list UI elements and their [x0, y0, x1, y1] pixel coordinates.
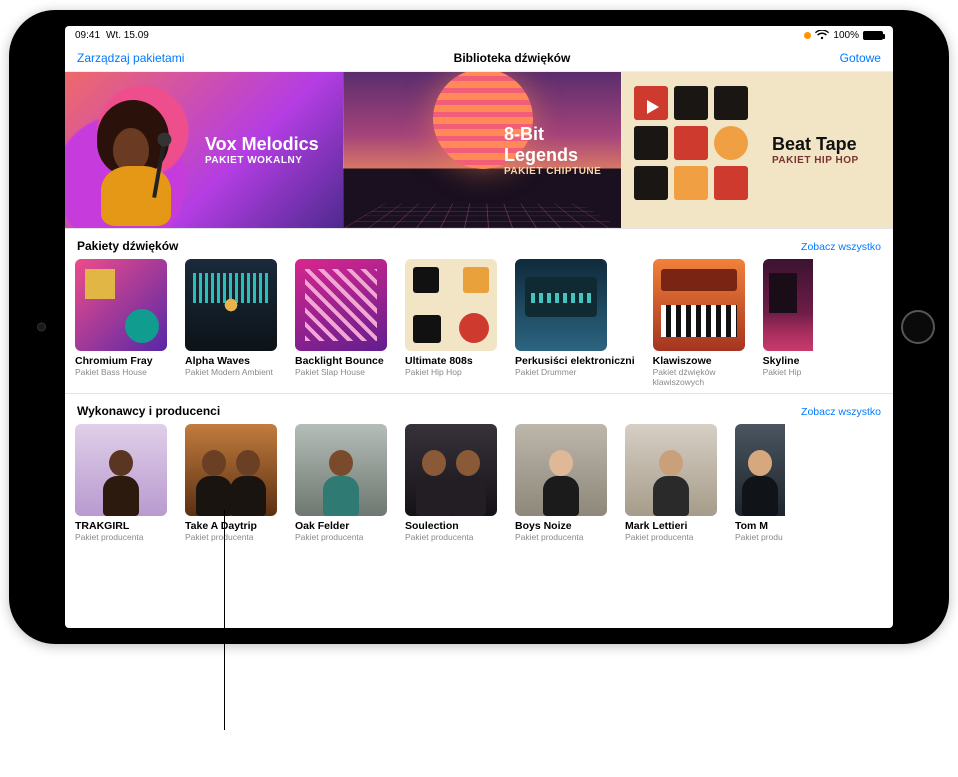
- artist-photo: [295, 424, 387, 516]
- see-all-link[interactable]: Zobacz wszystko: [801, 406, 881, 418]
- manage-packs-link[interactable]: Zarządzaj pakietami: [77, 51, 184, 65]
- annotation-callout-line: [224, 510, 225, 730]
- pack-tile-electronic-drummers[interactable]: Perkusiści elektroniczni Pakiet Drummer: [515, 259, 635, 387]
- pack-artwork: [763, 259, 813, 351]
- artist-subtitle: Pakiet producenta: [185, 532, 277, 542]
- hero-art-singer: [83, 94, 193, 224]
- screen: 09:41 Wt. 15.09 100% Zarządzaj pakietami…: [65, 26, 893, 628]
- hero-subtitle: PAKIET CHIPTUNE: [504, 166, 621, 177]
- content-area: Vox Melodics PAKIET WOKALNY 8-Bit Legend…: [65, 72, 893, 628]
- recording-indicator-icon: [804, 32, 811, 39]
- pack-subtitle: Pakiet dźwięków klawiszowych: [653, 367, 745, 387]
- pack-artwork: [653, 259, 745, 351]
- pack-artwork: [515, 259, 607, 351]
- pack-subtitle: Pakiet Modern Ambient: [185, 367, 277, 377]
- pack-title: Ultimate 808s: [405, 355, 497, 367]
- artist-tile-take-a-daytrip[interactable]: Take A Daytrip Pakiet producenta: [185, 424, 277, 542]
- artist-photo: [735, 424, 785, 516]
- artist-tile-boys-noize[interactable]: Boys Noize Pakiet producenta: [515, 424, 607, 542]
- artist-name: Oak Felder: [295, 520, 387, 532]
- nav-bar: Zarządzaj pakietami Biblioteka dźwięków …: [65, 44, 893, 72]
- pack-tile-alpha-waves[interactable]: Alpha Waves Pakiet Modern Ambient: [185, 259, 277, 387]
- artist-tile-trakgirl[interactable]: TRAKGIRL Pakiet producenta: [75, 424, 167, 542]
- home-button[interactable]: [901, 310, 935, 344]
- pack-subtitle: Pakiet Hip: [763, 367, 813, 377]
- section-title: Wykonawcy i producenci: [77, 404, 220, 418]
- artist-subtitle: Pakiet produ: [735, 532, 785, 542]
- hero-subtitle: PAKIET HIP HOP: [772, 155, 859, 166]
- hero-card-vox-melodics[interactable]: Vox Melodics PAKIET WOKALNY: [65, 72, 343, 228]
- status-time: 09:41: [75, 30, 100, 41]
- pack-tile-keyboards[interactable]: Klawiszowe Pakiet dźwięków klawiszowych: [653, 259, 745, 387]
- artist-tile-soulection[interactable]: Soulection Pakiet producenta: [405, 424, 497, 542]
- artists-scroll[interactable]: TRAKGIRL Pakiet producenta Take A Daytri…: [75, 424, 883, 542]
- status-bar: 09:41 Wt. 15.09 100%: [65, 26, 893, 44]
- wifi-icon: [815, 30, 829, 40]
- section-artists: Wykonawcy i producenci Zobacz wszystko T…: [65, 393, 893, 548]
- artist-name: Take A Daytrip: [185, 520, 277, 532]
- section-sound-packs: Pakiety dźwięków Zobacz wszystko Chromiu…: [65, 228, 893, 393]
- pack-artwork: [75, 259, 167, 351]
- battery-percent: 100%: [833, 30, 859, 41]
- hero-carousel[interactable]: Vox Melodics PAKIET WOKALNY 8-Bit Legend…: [65, 72, 893, 228]
- hero-card-beat-tape[interactable]: Beat Tape PAKIET HIP HOP: [621, 72, 893, 228]
- artist-photo: [625, 424, 717, 516]
- artist-name: Boys Noize: [515, 520, 607, 532]
- hero-card-8bit-legends[interactable]: 8-Bit Legends PAKIET CHIPTUNE: [343, 72, 621, 228]
- artist-subtitle: Pakiet producenta: [625, 532, 717, 542]
- artist-name: Mark Lettieri: [625, 520, 717, 532]
- hero-subtitle: PAKIET WOKALNY: [205, 155, 319, 166]
- artist-photo: [405, 424, 497, 516]
- artist-name: TRAKGIRL: [75, 520, 167, 532]
- artist-tile-mark-lettieri[interactable]: Mark Lettieri Pakiet producenta: [625, 424, 717, 542]
- hero-title: Beat Tape: [772, 134, 859, 155]
- pack-tile-ultimate-808s[interactable]: Ultimate 808s Pakiet Hip Hop: [405, 259, 497, 387]
- pack-tile-backlight-bounce[interactable]: Backlight Bounce Pakiet Slap House: [295, 259, 387, 387]
- hero-title: 8-Bit Legends: [504, 124, 621, 166]
- artist-subtitle: Pakiet producenta: [295, 532, 387, 542]
- pack-title: Backlight Bounce: [295, 355, 387, 367]
- hero-title: Vox Melodics: [205, 134, 319, 155]
- artist-name: Soulection: [405, 520, 497, 532]
- artist-subtitle: Pakiet producenta: [75, 532, 167, 542]
- pack-subtitle: Pakiet Hip Hop: [405, 367, 497, 377]
- artist-photo: [75, 424, 167, 516]
- artist-photo: [515, 424, 607, 516]
- hero-art-geometric: [630, 80, 760, 220]
- pack-artwork: [295, 259, 387, 351]
- pack-artwork: [405, 259, 497, 351]
- pack-title: Chromium Fray: [75, 355, 167, 367]
- pack-title: Perkusiści elektroniczni: [515, 355, 635, 367]
- battery-icon: [863, 31, 883, 40]
- pack-tile-chromium-fray[interactable]: Chromium Fray Pakiet Bass House: [75, 259, 167, 387]
- pack-subtitle: Pakiet Bass House: [75, 367, 167, 377]
- artist-tile-oak-felder[interactable]: Oak Felder Pakiet producenta: [295, 424, 387, 542]
- artist-name: Tom M: [735, 520, 785, 532]
- camera-dot: [37, 323, 46, 332]
- see-all-link[interactable]: Zobacz wszystko: [801, 241, 881, 253]
- artist-tile-tom-m[interactable]: Tom M Pakiet produ: [735, 424, 785, 542]
- pack-title: Klawiszowe: [653, 355, 745, 367]
- pack-subtitle: Pakiet Slap House: [295, 367, 387, 377]
- sound-packs-scroll[interactable]: Chromium Fray Pakiet Bass House Alpha Wa…: [75, 259, 883, 387]
- ipad-device-frame: 09:41 Wt. 15.09 100% Zarządzaj pakietami…: [9, 10, 949, 644]
- artist-subtitle: Pakiet producenta: [405, 532, 497, 542]
- page-title: Biblioteka dźwięków: [454, 51, 571, 65]
- done-button[interactable]: Gotowe: [840, 51, 881, 65]
- pack-title: Alpha Waves: [185, 355, 277, 367]
- hero-art-grid: [344, 204, 621, 228]
- pack-subtitle: Pakiet Drummer: [515, 367, 635, 377]
- section-title: Pakiety dźwięków: [77, 239, 178, 253]
- pack-title: Skyline: [763, 355, 813, 367]
- artist-photo: [185, 424, 277, 516]
- pack-tile-skyline[interactable]: Skyline Pakiet Hip: [763, 259, 813, 387]
- pack-artwork: [185, 259, 277, 351]
- artist-subtitle: Pakiet producenta: [515, 532, 607, 542]
- status-date: Wt. 15.09: [106, 30, 149, 41]
